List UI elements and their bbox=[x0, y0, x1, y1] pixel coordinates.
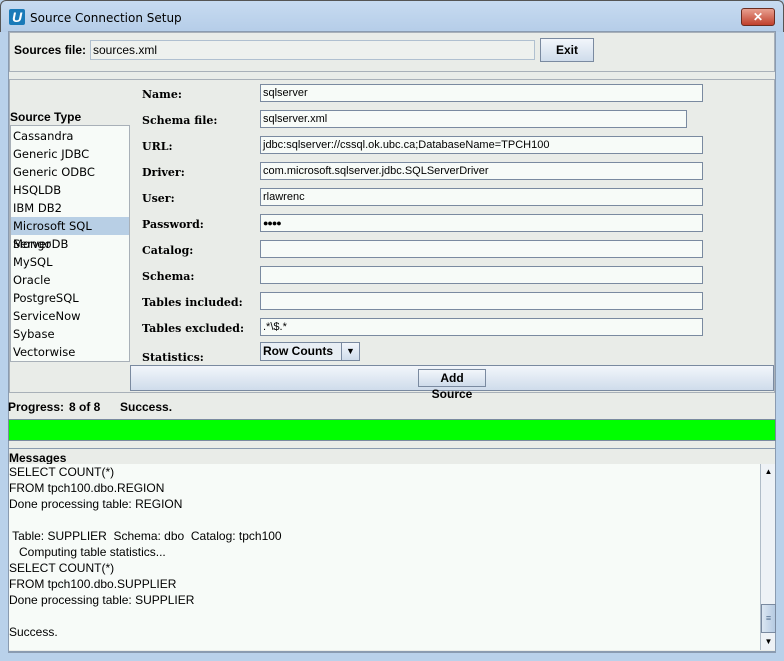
source-type-label: Source Type bbox=[10, 110, 82, 124]
source-type-item[interactable]: ServiceNow bbox=[11, 307, 129, 325]
driver-input[interactable]: com.microsoft.sqlserver.jdbc.SQLServerDr… bbox=[260, 162, 703, 180]
password-label: Password: bbox=[142, 218, 204, 231]
tables-excluded-input[interactable]: .*\$.* bbox=[260, 318, 703, 336]
scroll-up-icon[interactable]: ▲ bbox=[761, 464, 776, 480]
messages-scrollbar[interactable]: ▲ ≡ ▼ bbox=[760, 464, 776, 650]
name-input[interactable]: sqlserver bbox=[260, 84, 703, 102]
source-type-item[interactable]: Generic JDBC bbox=[11, 145, 129, 163]
source-type-item[interactable]: Generic ODBC bbox=[11, 163, 129, 181]
app-logo-icon: U bbox=[9, 9, 25, 25]
message-line: Computing table statistics... bbox=[9, 545, 166, 559]
tables-included-label: Tables included: bbox=[142, 296, 243, 309]
password-input[interactable]: ●●●● bbox=[260, 214, 703, 232]
message-line: SELECT COUNT(*) bbox=[9, 561, 115, 575]
source-type-list[interactable]: Cassandra Generic JDBC Generic ODBC HSQLDB I… bbox=[10, 125, 130, 362]
source-type-item[interactable]: HSQLDB bbox=[11, 181, 129, 199]
message-line bbox=[9, 608, 760, 624]
user-label: User: bbox=[142, 192, 175, 205]
catalog-input[interactable] bbox=[260, 240, 703, 258]
message-line: FROM tpch100.dbo.SUPPLIER bbox=[9, 577, 177, 591]
tables-excluded-label: Tables excluded: bbox=[142, 322, 245, 335]
statistics-select[interactable]: Row Counts bbox=[260, 342, 342, 361]
statistics-label: Statistics: bbox=[142, 351, 204, 364]
exit-button[interactable]: Exit bbox=[540, 38, 594, 62]
source-type-item[interactable]: Vectorwise bbox=[11, 343, 129, 361]
scroll-thumb[interactable]: ≡ bbox=[761, 604, 776, 633]
sources-file-input[interactable]: sources.xml bbox=[90, 40, 535, 60]
progress-status: Success. bbox=[120, 400, 173, 414]
source-type-item[interactable]: MySQL bbox=[11, 253, 129, 271]
source-type-item[interactable]: IBM DB2 bbox=[11, 199, 129, 217]
message-line: Success. bbox=[9, 625, 58, 639]
catalog-label: Catalog: bbox=[142, 244, 194, 257]
source-type-item[interactable]: Sybase bbox=[11, 325, 129, 343]
message-line: FROM tpch100.dbo.REGION bbox=[9, 481, 165, 495]
progress-count: 8 of 8 bbox=[69, 400, 101, 414]
message-line: SELECT COUNT(*) bbox=[9, 465, 115, 479]
close-button[interactable]: ✕ bbox=[741, 8, 775, 26]
message-line: Table: SUPPLIER Schema: dbo Catalog: tpc… bbox=[9, 529, 282, 543]
scroll-down-icon[interactable]: ▼ bbox=[761, 634, 776, 650]
progress-bar bbox=[8, 419, 776, 441]
schema-input[interactable] bbox=[260, 266, 703, 284]
schema-label: Schema: bbox=[142, 270, 195, 283]
user-input[interactable]: rlawrenc bbox=[260, 188, 703, 206]
source-type-item[interactable]: PostgreSQL bbox=[11, 289, 129, 307]
message-line: Done processing table: SUPPLIER bbox=[9, 593, 195, 607]
driver-label: Driver: bbox=[142, 166, 185, 179]
message-line bbox=[9, 512, 760, 528]
messages-textarea[interactable]: SELECT COUNT(*) FROM tpch100.dbo.REGION Do… bbox=[9, 464, 760, 650]
name-label: Name: bbox=[142, 88, 182, 101]
source-type-item[interactable]: Oracle bbox=[11, 271, 129, 289]
sources-file-label: Sources file: bbox=[14, 43, 87, 57]
progress-fill bbox=[9, 420, 775, 440]
tables-included-input[interactable] bbox=[260, 292, 703, 310]
window-title: Source Connection Setup bbox=[30, 11, 182, 25]
source-type-item[interactable]: MongoDB bbox=[11, 235, 129, 253]
message-line: Done processing table: REGION bbox=[9, 497, 183, 511]
messages-label: Messages bbox=[9, 451, 67, 465]
source-type-item[interactable]: Microsoft SQL Server bbox=[11, 217, 129, 251]
chevron-down-icon[interactable]: ▼ bbox=[341, 342, 360, 361]
progress-label: Progress: bbox=[8, 400, 65, 414]
schema-file-label: Schema file: bbox=[142, 114, 218, 127]
schema-file-input[interactable]: sqlserver.xml bbox=[260, 110, 687, 128]
add-source-button[interactable]: Add Source bbox=[418, 369, 486, 401]
source-type-item[interactable]: Cassandra bbox=[11, 127, 129, 145]
url-label: URL: bbox=[142, 140, 173, 153]
url-input[interactable]: jdbc:sqlserver://cssql.ok.ubc.ca;Databas… bbox=[260, 136, 703, 154]
